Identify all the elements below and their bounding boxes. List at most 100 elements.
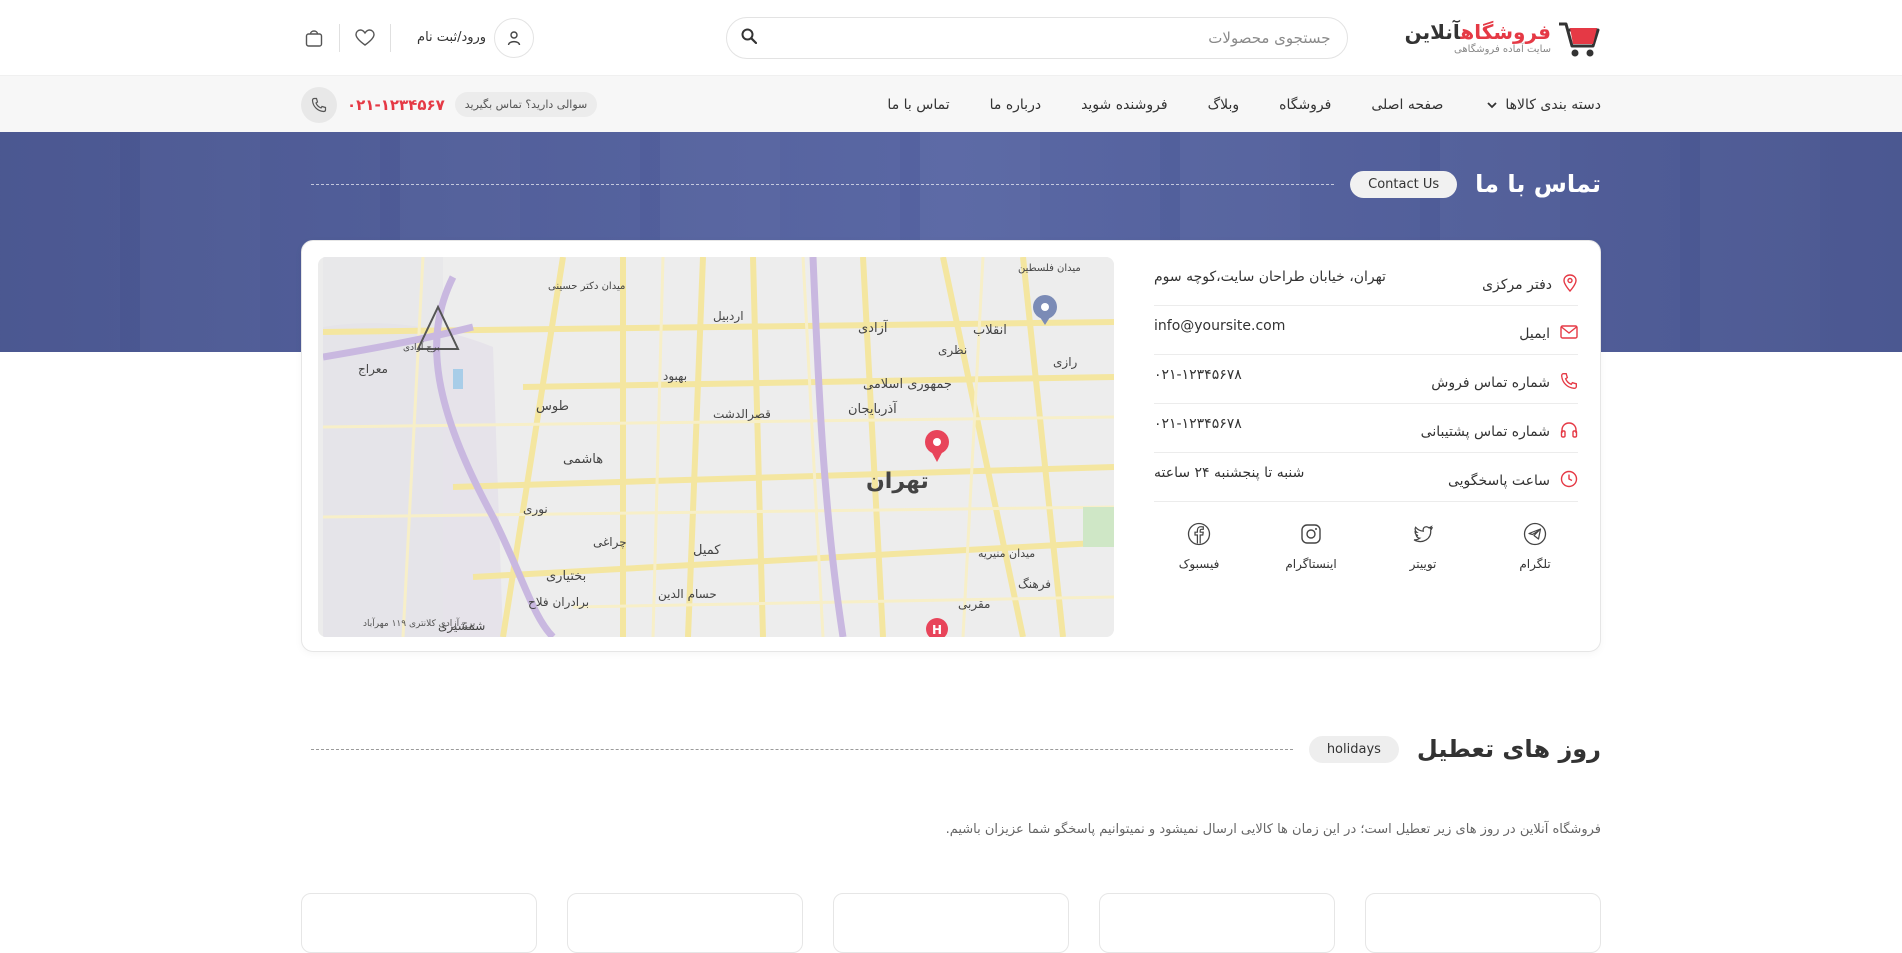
map-label: میدان منیریه [978, 547, 1036, 560]
nav-become-seller[interactable]: فروشنده شوید [1081, 97, 1167, 113]
page-title: تماس با ما [1475, 170, 1601, 198]
contact-row-support-phone: شماره تماس پشتیبانی ۰۲۱-۱۲۳۴۵۶۷۸ [1154, 404, 1578, 453]
contact-label: دفتر مرکزی [1482, 277, 1552, 293]
instagram-icon [1299, 522, 1323, 549]
holiday-card [833, 893, 1069, 953]
map-label: برج آزادی کلانتری ۱۱۹ مهرآباد [363, 619, 476, 629]
telegram-icon [1523, 522, 1547, 549]
map-label: طوس [536, 399, 569, 414]
main-nav: دسته بندی کالاها صفحه اصلی فروشگاه وبلاگ… [0, 75, 1902, 132]
map-label: میدان دکتر حسینی [548, 281, 626, 292]
question-pill: سوالی دارید؟ تماس بگیرید [454, 92, 598, 117]
map-label: برادران فلاح [528, 595, 590, 609]
facebook-icon [1187, 522, 1211, 549]
map-label: بختیاری [546, 569, 587, 584]
location-map[interactable]: H تهران آزادی انقلاب جمهوری اسلامی آذربا… [318, 257, 1114, 637]
contact-value[interactable]: ۰۲۱-۱۲۳۴۵۶۷۸ [1154, 416, 1242, 440]
social-telegram[interactable]: تلگرام [1500, 522, 1570, 571]
holiday-card [1365, 893, 1601, 953]
clock-icon [1560, 470, 1578, 492]
social-instagram[interactable]: اینستاگرام [1276, 522, 1346, 571]
chevron-down-icon [1487, 97, 1498, 113]
map-label: برج آزادی [403, 343, 440, 353]
map-label: مقربی [958, 597, 991, 611]
nav-phone-number[interactable]: ۰۲۱-۱۲۳۴۵۶۷ [347, 96, 445, 114]
login-button[interactable]: ورود/ثبت نام [403, 17, 535, 58]
map-label: بهبود [663, 369, 688, 383]
logo-brand: فروشگاهآنلاین [1404, 20, 1551, 44]
holidays-subtitle-en: holidays [1308, 735, 1399, 763]
site-header: فروشگاهآنلاین سایت آماده فروشگاهی جستجوی… [0, 0, 1902, 75]
login-label: ورود/ثبت نام [417, 30, 487, 45]
contact-label: شماره تماس فروش [1431, 375, 1550, 391]
phone-icon [1560, 372, 1578, 394]
contact-row-sales-phone: شماره تماس فروش ۰۲۱-۱۲۳۴۵۶۷۸ [1154, 355, 1578, 404]
divider [390, 23, 392, 52]
map-label: جمهوری اسلامی [863, 377, 952, 392]
holiday-card [1099, 893, 1335, 953]
map-label: قصرالدشت [713, 407, 771, 421]
contact-row-hours: ساعت پاسخگویی شنبه تا پنجشنبه ۲۴ ساعته [1154, 453, 1578, 502]
contact-card: دفتر مرکزی تهران، خیابان طراحان سایت،کوچ… [301, 240, 1601, 652]
contact-row-office: دفتر مرکزی تهران، خیابان طراحان سایت،کوچ… [1154, 257, 1578, 306]
holiday-card [301, 893, 537, 953]
bag-icon[interactable] [301, 25, 327, 51]
contact-value[interactable]: info@yoursite.com [1154, 318, 1285, 342]
mail-icon [1560, 325, 1578, 343]
map-label: آذربایجان [848, 402, 897, 417]
social-twitter[interactable]: توییتر [1388, 522, 1458, 571]
nav-shop[interactable]: فروشگاه [1279, 97, 1331, 113]
user-icon [494, 17, 535, 58]
contact-label: ساعت پاسخگویی [1447, 473, 1550, 489]
search-placeholder: جستجوی محصولات [1208, 28, 1331, 47]
phone-icon[interactable] [301, 86, 337, 123]
map-label: هاشمی [563, 452, 604, 467]
nav-phone-area: سوالی دارید؟ تماس بگیرید ۰۲۱-۱۲۳۴۵۶۷ [301, 86, 598, 123]
nav-categories[interactable]: دسته بندی کالاها [1487, 97, 1601, 113]
contact-label: ایمیل [1519, 326, 1550, 342]
map-label: چراغی [593, 535, 627, 549]
search-icon[interactable] [741, 28, 757, 48]
title-dashed-line [311, 748, 1293, 750]
holiday-card [567, 893, 803, 953]
site-logo[interactable]: فروشگاهآنلاین سایت آماده فروشگاهی [1405, 16, 1601, 60]
nav-contact[interactable]: تماس با ما [887, 97, 949, 113]
nav-about[interactable]: درباره ما [990, 97, 1041, 113]
holidays-title: روز های تعطیل [1416, 735, 1601, 763]
logo-tagline: سایت آماده فروشگاهی [1454, 44, 1551, 55]
map-label: انقلاب [973, 323, 1007, 338]
location-icon [1562, 274, 1578, 296]
map-label: نوری [523, 502, 548, 516]
map-label: میدان فلسطین [1018, 263, 1081, 274]
map-label: فرهنگ [1018, 577, 1052, 591]
heart-icon[interactable] [352, 25, 378, 51]
search-input[interactable]: جستجوی محصولات [725, 16, 1348, 59]
holiday-cards [301, 893, 1601, 953]
contact-row-email: ایمیل info@yoursite.com [1154, 306, 1578, 355]
title-dashed-line [311, 183, 1335, 185]
social-links: تلگرام توییتر اینستاگرام فیسبوک [1154, 502, 1578, 571]
user-actions: ورود/ثبت نام [301, 17, 535, 58]
holidays-section: روز های تعطیل holidays [0, 735, 1902, 763]
map-label: کمیل [693, 543, 721, 558]
map-label: رازی [1053, 355, 1078, 369]
contact-value[interactable]: ۰۲۱-۱۲۳۴۵۶۷۸ [1154, 367, 1242, 391]
nav-list: دسته بندی کالاها صفحه اصلی فروشگاه وبلاگ… [847, 97, 1601, 113]
svg-text:H: H [932, 623, 942, 637]
nav-blog[interactable]: وبلاگ [1208, 97, 1240, 113]
map-label: آزادی [858, 321, 888, 336]
contact-value: شنبه تا پنجشنبه ۲۴ ساعته [1154, 465, 1305, 481]
map-city-label: تهران [866, 469, 929, 494]
map-label: حسام الدین [658, 587, 717, 601]
social-facebook[interactable]: فیسبوک [1164, 522, 1234, 571]
nav-home[interactable]: صفحه اصلی [1371, 97, 1443, 113]
headphones-icon [1560, 421, 1578, 443]
contact-label: شماره تماس پشتیبانی [1420, 424, 1550, 440]
map-label: معراج [358, 362, 388, 376]
map-label: نظری [938, 343, 968, 357]
page-subtitle-en: Contact Us [1350, 170, 1458, 198]
holidays-description: فروشگاه آنلاین در روز های زیر تعطیل است؛… [945, 822, 1601, 837]
twitter-icon [1411, 522, 1435, 549]
hero-title-row: تماس با ما Contact Us [301, 170, 1601, 198]
contact-value: تهران، خیابان طراحان سایت،کوچه سوم [1154, 269, 1386, 285]
